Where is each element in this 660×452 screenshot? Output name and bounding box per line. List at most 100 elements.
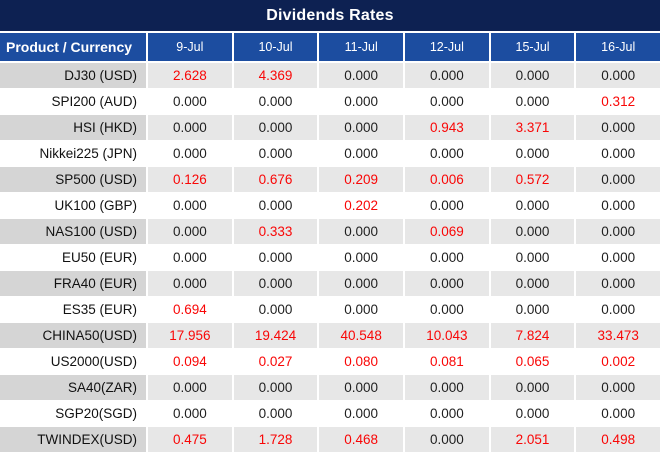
- column-header-date: 15-Jul: [491, 33, 577, 61]
- value-cell: 0.000: [234, 89, 320, 114]
- product-cell: EU50 (EUR): [0, 245, 148, 270]
- value-cell: 0.468: [319, 427, 406, 452]
- value-cell: 0.000: [601, 146, 636, 161]
- product-cell: SPI200 (AUD): [0, 89, 148, 114]
- value-cell: 33.473: [576, 323, 660, 348]
- value-cell: 0.000: [491, 401, 577, 426]
- value-cell: 0.000: [601, 302, 636, 317]
- value-cell: 0.000: [148, 115, 234, 140]
- value-cell: 2.628: [148, 63, 234, 88]
- table-row: EU50 (EUR) 0.000 0.000 0.000 0.000 0.000 0.000: [0, 245, 660, 271]
- value-cell: 0.000: [405, 63, 491, 88]
- product-cell: US2000(USD): [0, 349, 148, 374]
- value-cell: 0.000: [319, 401, 406, 426]
- product-cell: CHINA50(USD): [0, 323, 148, 348]
- value-cell: 0.000: [319, 297, 406, 322]
- value-cell: 19.424: [233, 323, 320, 348]
- value-cell: 1.728: [233, 427, 320, 452]
- value-cell: 0.000: [405, 401, 491, 426]
- dividends-rates-widget: Dividends Rates Product / Currency 9-Jul…: [0, 0, 660, 452]
- table-body: DJ30 (USD) 2.628 4.369 0.000 0.000 0.000 0.000…: [0, 63, 660, 452]
- table-row: CHINA50(USD) 17.956 19.424 40.548 10.043 7.82…: [0, 323, 660, 349]
- product-cell: UK100 (GBP): [0, 193, 148, 218]
- value-cell: 0.080: [319, 349, 406, 374]
- value-cell: 0.000: [319, 89, 406, 114]
- value-cell: 0.006: [405, 167, 491, 192]
- value-cell: 0.000: [233, 115, 320, 140]
- value-cell: 0.000: [148, 401, 234, 426]
- value-cell: 0.000: [405, 141, 491, 166]
- value-cell: 0.094: [148, 349, 234, 374]
- table-header-row: Product / Currency 9-Jul 10-Jul 11-Jul 12-J…: [0, 31, 660, 63]
- product-cell: Nikkei225 (JPN): [0, 141, 148, 166]
- value-cell: 0.000: [490, 375, 577, 400]
- value-cell: 0.000: [491, 245, 577, 270]
- table-row: DJ30 (USD) 2.628 4.369 0.000 0.000 0.000 0.000: [0, 63, 660, 89]
- value-cell: 0.209: [319, 167, 406, 192]
- table-row: SGP20(SGD) 0.000 0.000 0.000 0.000 0.000 0.000: [0, 401, 660, 427]
- value-cell: 0.000: [405, 245, 491, 270]
- value-cell: 0.000: [148, 89, 234, 114]
- value-cell: 0.000: [490, 63, 577, 88]
- value-cell: 0.000: [490, 219, 577, 244]
- value-cell: 10.043: [405, 323, 491, 348]
- product-cell: ES35 (EUR): [0, 297, 148, 322]
- value-cell: 0.000: [319, 375, 406, 400]
- product-cell: SGP20(SGD): [0, 401, 148, 426]
- value-cell: 0.027: [234, 349, 320, 374]
- value-cell: 0.000: [233, 375, 320, 400]
- value-cell: 40.548: [319, 323, 406, 348]
- value-cell: 0.000: [148, 193, 234, 218]
- value-cell: 0.000: [576, 167, 660, 192]
- value-cell: 0.000: [234, 141, 320, 166]
- value-cell: 0.943: [405, 115, 491, 140]
- value-cell: 0.000: [405, 427, 491, 452]
- value-cell: 0.498: [576, 427, 660, 452]
- value-cell: 0.000: [148, 271, 234, 296]
- value-cell: 0.000: [234, 297, 320, 322]
- value-cell: 0.000: [148, 219, 234, 244]
- product-cell: FRA40 (EUR): [0, 271, 148, 296]
- value-cell: 0.000: [319, 271, 406, 296]
- value-cell: 0.000: [319, 63, 406, 88]
- table-row: ES35 (EUR) 0.694 0.000 0.000 0.000 0.000 0.000: [0, 297, 660, 323]
- product-cell: DJ30 (USD): [0, 63, 148, 88]
- value-cell: 0.000: [405, 193, 491, 218]
- value-cell: 0.000: [148, 141, 234, 166]
- value-cell: 0.069: [405, 219, 491, 244]
- value-cell: 0.000: [491, 193, 577, 218]
- value-cell: 0.000: [601, 406, 636, 421]
- table-row: US2000(USD) 0.094 0.027 0.080 0.081 0.065 0.00…: [0, 349, 660, 375]
- value-cell: 0.694: [148, 297, 234, 322]
- product-cell: HSI (HKD): [0, 115, 148, 140]
- value-cell: 0.572: [490, 167, 577, 192]
- value-cell: 0.000: [491, 141, 577, 166]
- table-row: TWINDEX(USD) 0.475 1.728 0.468 0.000 2.051 0.4…: [0, 427, 660, 452]
- value-cell: 0.000: [405, 89, 491, 114]
- column-header-date: 12-Jul: [405, 33, 491, 61]
- value-cell: 0.002: [601, 354, 636, 369]
- value-cell: 0.676: [233, 167, 320, 192]
- value-cell: 2.051: [490, 427, 577, 452]
- value-cell: 0.081: [405, 349, 491, 374]
- value-cell: 0.000: [234, 193, 320, 218]
- value-cell: 0.333: [233, 219, 320, 244]
- value-cell: 0.000: [490, 271, 577, 296]
- column-header-product-currency: Product / Currency: [0, 33, 148, 61]
- column-header-date: 11-Jul: [319, 33, 406, 61]
- value-cell: 0.000: [576, 115, 660, 140]
- value-cell: 3.371: [490, 115, 577, 140]
- value-cell: 0.000: [319, 141, 406, 166]
- value-cell: 0.000: [148, 375, 234, 400]
- table-row: NAS100 (USD) 0.000 0.333 0.000 0.069 0.000 0.0…: [0, 219, 660, 245]
- value-cell: 4.369: [233, 63, 320, 88]
- value-cell: 0.126: [148, 167, 234, 192]
- column-header-date: 10-Jul: [234, 33, 320, 61]
- value-cell: 0.202: [319, 193, 406, 218]
- value-cell: 0.000: [319, 115, 406, 140]
- value-cell: 0.000: [148, 245, 234, 270]
- column-header-date: 16-Jul: [601, 40, 636, 54]
- value-cell: 7.824: [490, 323, 577, 348]
- table-row: Nikkei225 (JPN) 0.000 0.000 0.000 0.000 0.000…: [0, 141, 660, 167]
- value-cell: 0.000: [319, 245, 406, 270]
